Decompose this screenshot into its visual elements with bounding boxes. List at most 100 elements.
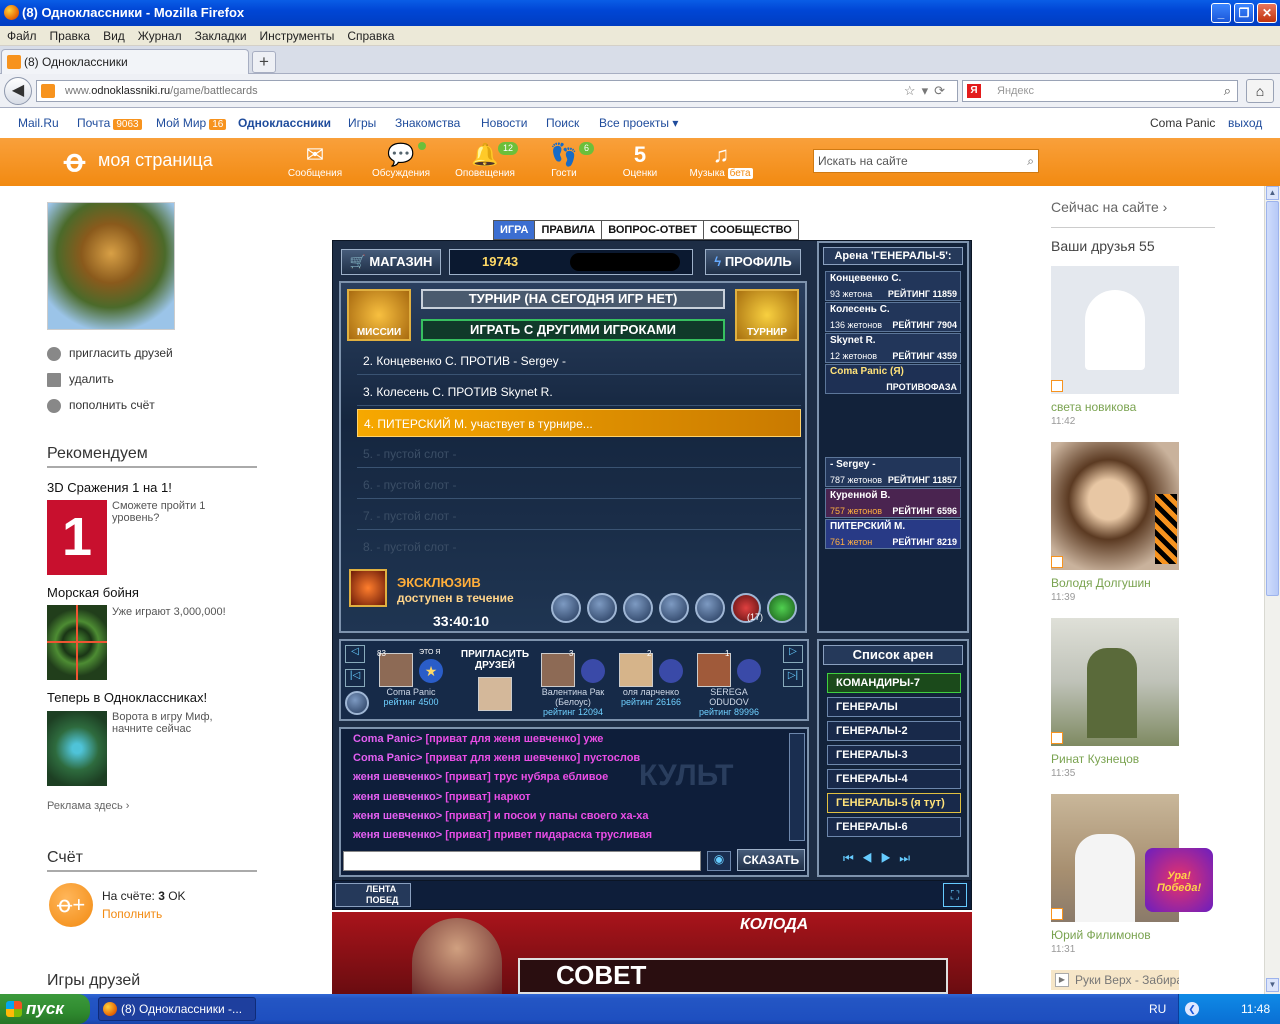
site-search-input[interactable]: Искать на сайте ⌕ [813, 149, 1039, 173]
scroll-down-icon[interactable]: ▼ [1266, 978, 1279, 992]
star-reload-icon[interactable]: ☆▾⟳ [904, 81, 951, 101]
friend-1[interactable]: 3 Валентина Рак (Белоус) рейтинг 12094 [537, 649, 609, 723]
cards-icon[interactable] [623, 593, 653, 623]
blade-icon[interactable] [551, 593, 581, 623]
friend-photo-2[interactable] [1051, 442, 1179, 570]
site-identity-icon[interactable] [41, 84, 55, 98]
close-button[interactable]: ✕ [1257, 3, 1277, 23]
arena-player-7[interactable]: ПИТЕРСКИЙ М. 761 жетон РЕЙТИНГ 8219 [825, 519, 961, 549]
fullscreen-icon[interactable]: ⛶ [943, 883, 967, 907]
music-player-bar[interactable]: ▶ Руки Верх - Забира [1051, 970, 1179, 990]
chat-scrollbar[interactable] [789, 733, 805, 841]
tab-community[interactable]: СООБЩЕСТВО [702, 220, 799, 240]
arena-player-3[interactable]: Skynet R. 12 жетонов РЕЙТИНГ 4359 [825, 333, 961, 363]
gift-icon[interactable]: (17) [731, 593, 763, 623]
nav-notifications[interactable]: 🔔 Оповещения 12 [450, 142, 520, 179]
match-row-2[interactable]: 2. Концевенко С. ПРОТИВ - Sergey - [357, 347, 801, 375]
start-button[interactable]: пуск [0, 994, 90, 1024]
ads-link[interactable]: Реклама здесь › [47, 800, 129, 812]
menu-view[interactable]: Вид [103, 29, 125, 43]
arena-generaly-5[interactable]: ГЕНЕРАЛЫ-5 (я тут) [827, 793, 961, 813]
menu-help[interactable]: Справка [347, 29, 394, 43]
address-bar[interactable]: www.odnoklassniki.ru/game/battlecards ☆▾… [36, 80, 958, 102]
link-novosti[interactable]: Новости [481, 108, 527, 138]
player-icon[interactable] [659, 593, 689, 623]
arena-generaly[interactable]: ГЕНЕРАЛЫ [827, 697, 961, 717]
arena-pager-icons[interactable]: ⏮◀▶⏭ [843, 851, 943, 869]
search-bar[interactable]: Я Яндекс ⌕ [962, 80, 1238, 102]
new-tab-button[interactable]: + [252, 51, 276, 73]
menu-edit[interactable]: Правка [50, 29, 91, 43]
my-page-link[interactable]: моя страница [98, 150, 213, 171]
menu-history[interactable]: Журнал [138, 29, 182, 43]
logout-link[interactable]: выход [1228, 108, 1262, 138]
promo-title-1[interactable]: 3D Сражения 1 на 1! [47, 480, 172, 495]
nav-messages[interactable]: ✉ Сообщения [280, 142, 350, 179]
topup-account-link[interactable]: пополнить счёт [47, 398, 155, 413]
link-pochta[interactable]: Почта 9063 [77, 108, 142, 140]
add-plus-icon[interactable] [767, 593, 797, 623]
delete-link[interactable]: удалить [47, 372, 114, 387]
missions-button[interactable]: МИССИИ [347, 289, 411, 341]
arena-player-6[interactable]: Куренной В. 757 жетонов РЕЙТИНГ 6596 [825, 488, 961, 518]
friends-count[interactable]: Ваши друзья 55 [1051, 227, 1215, 254]
link-moymir[interactable]: Мой Мир 16 [156, 108, 227, 140]
deck-banner[interactable]: КОЛОДА СОВЕТ [332, 912, 972, 994]
next-page-icon[interactable]: ▷ [783, 645, 803, 663]
maximize-button[interactable]: ❐ [1234, 3, 1254, 23]
last-page-icon[interactable]: ▷| [783, 669, 803, 687]
link-poisk[interactable]: Поиск [546, 108, 579, 138]
friend-search-icon[interactable] [345, 691, 369, 715]
user-name[interactable]: Coma Panic [1150, 108, 1215, 138]
home-button[interactable]: ⌂ [1246, 79, 1274, 103]
scroll-thumb[interactable] [1266, 201, 1279, 596]
friend-2[interactable]: 2 оля ларченко рейтинг 26166 [615, 649, 687, 723]
tournament-button[interactable]: ТУРНИР [735, 289, 799, 341]
friend-3[interactable]: 1 SEREGA ODUDOV рейтинг 89996 [693, 649, 765, 723]
link-igry[interactable]: Игры [348, 108, 376, 138]
link-odnoklassniki[interactable]: Одноклассники [238, 108, 331, 138]
promo-title-2[interactable]: Морская бойня [47, 585, 139, 600]
friend-name-4[interactable]: Юрий Филимонов [1051, 928, 1151, 942]
nav-music[interactable]: ♫ Музыка бета [686, 142, 756, 179]
match-row-4[interactable]: 4. ПИТЕРСКИЙ М. участвует в турнире... [357, 409, 801, 437]
profile-avatar[interactable] [47, 202, 175, 330]
tab-faq[interactable]: ВОПРОС-ОТВЕТ [601, 220, 704, 240]
nav-guests[interactable]: 👣 Гости 6 [529, 142, 599, 179]
friend-photo-3[interactable] [1051, 618, 1179, 746]
promo-title-3[interactable]: Теперь в Одноклассниках! [47, 690, 207, 705]
tray-arrow-icon[interactable]: ❮ [1185, 1002, 1199, 1016]
nav-discussions[interactable]: 💬 Обсуждения [366, 142, 436, 179]
arena-generaly-2[interactable]: ГЕНЕРАЛЫ-2 [827, 721, 961, 741]
tab-rules[interactable]: ПРАВИЛА [534, 220, 603, 240]
shop-button[interactable]: 🛒 МАГАЗИН [341, 249, 441, 275]
say-button[interactable]: СКАЗАТЬ [737, 849, 805, 871]
topup-link[interactable]: Пополнить [102, 907, 162, 921]
friend-self[interactable]: ★ 83 ЭТО Я Coma Panic рейтинг 4500 [375, 649, 447, 723]
invite-friends-button[interactable]: ПРИГЛАСИТЬ ДРУЗЕЙ [459, 649, 531, 723]
arena-player-2[interactable]: Колесень С. 136 жетонов РЕЙТИНГ 7904 [825, 302, 961, 332]
tab-odnoklassniki[interactable]: (8) Одноклассники [1, 49, 249, 75]
page-scrollbar[interactable]: ▲ ▼ [1264, 186, 1280, 994]
arena-komandiry-7[interactable]: КОМАНДИРЫ-7 [827, 673, 961, 693]
promo-image-2[interactable] [47, 605, 107, 680]
taskbar-firefox-item[interactable]: (8) Одноклассники -... [98, 997, 256, 1021]
tab-game[interactable]: ИГРА [493, 220, 536, 240]
language-indicator[interactable]: RU [1149, 994, 1166, 1024]
menu-file[interactable]: Файл [7, 29, 37, 43]
lightning-icon[interactable] [695, 593, 725, 623]
atom-icon[interactable] [587, 593, 617, 623]
eye-icon[interactable]: ◉ [707, 851, 731, 871]
link-mailru[interactable]: Mail.Ru [18, 108, 59, 138]
link-znakomstva[interactable]: Знакомства [395, 108, 460, 138]
first-page-icon[interactable]: |◁ [345, 669, 365, 687]
back-button[interactable]: ◀ [4, 77, 32, 105]
victory-feed-button[interactable]: ЛЕНТА ПОБЕД [335, 883, 411, 907]
arena-generaly-4[interactable]: ГЕНЕРАЛЫ-4 [827, 769, 961, 789]
prev-page-icon[interactable]: ◁ [345, 645, 365, 663]
friend-name-3[interactable]: Ринат Кузнецов [1051, 752, 1139, 766]
ok-logo-icon[interactable]: ꝋ [64, 146, 90, 178]
link-all-projects[interactable]: Все проекты ▾ [599, 108, 678, 138]
arena-player-5[interactable]: - Sergey -787 жетонов РЕЙТИНГ 11857 [825, 457, 961, 487]
play-others-button[interactable]: ИГРАТЬ С ДРУГИМИ ИГРОКАМИ [421, 319, 725, 341]
